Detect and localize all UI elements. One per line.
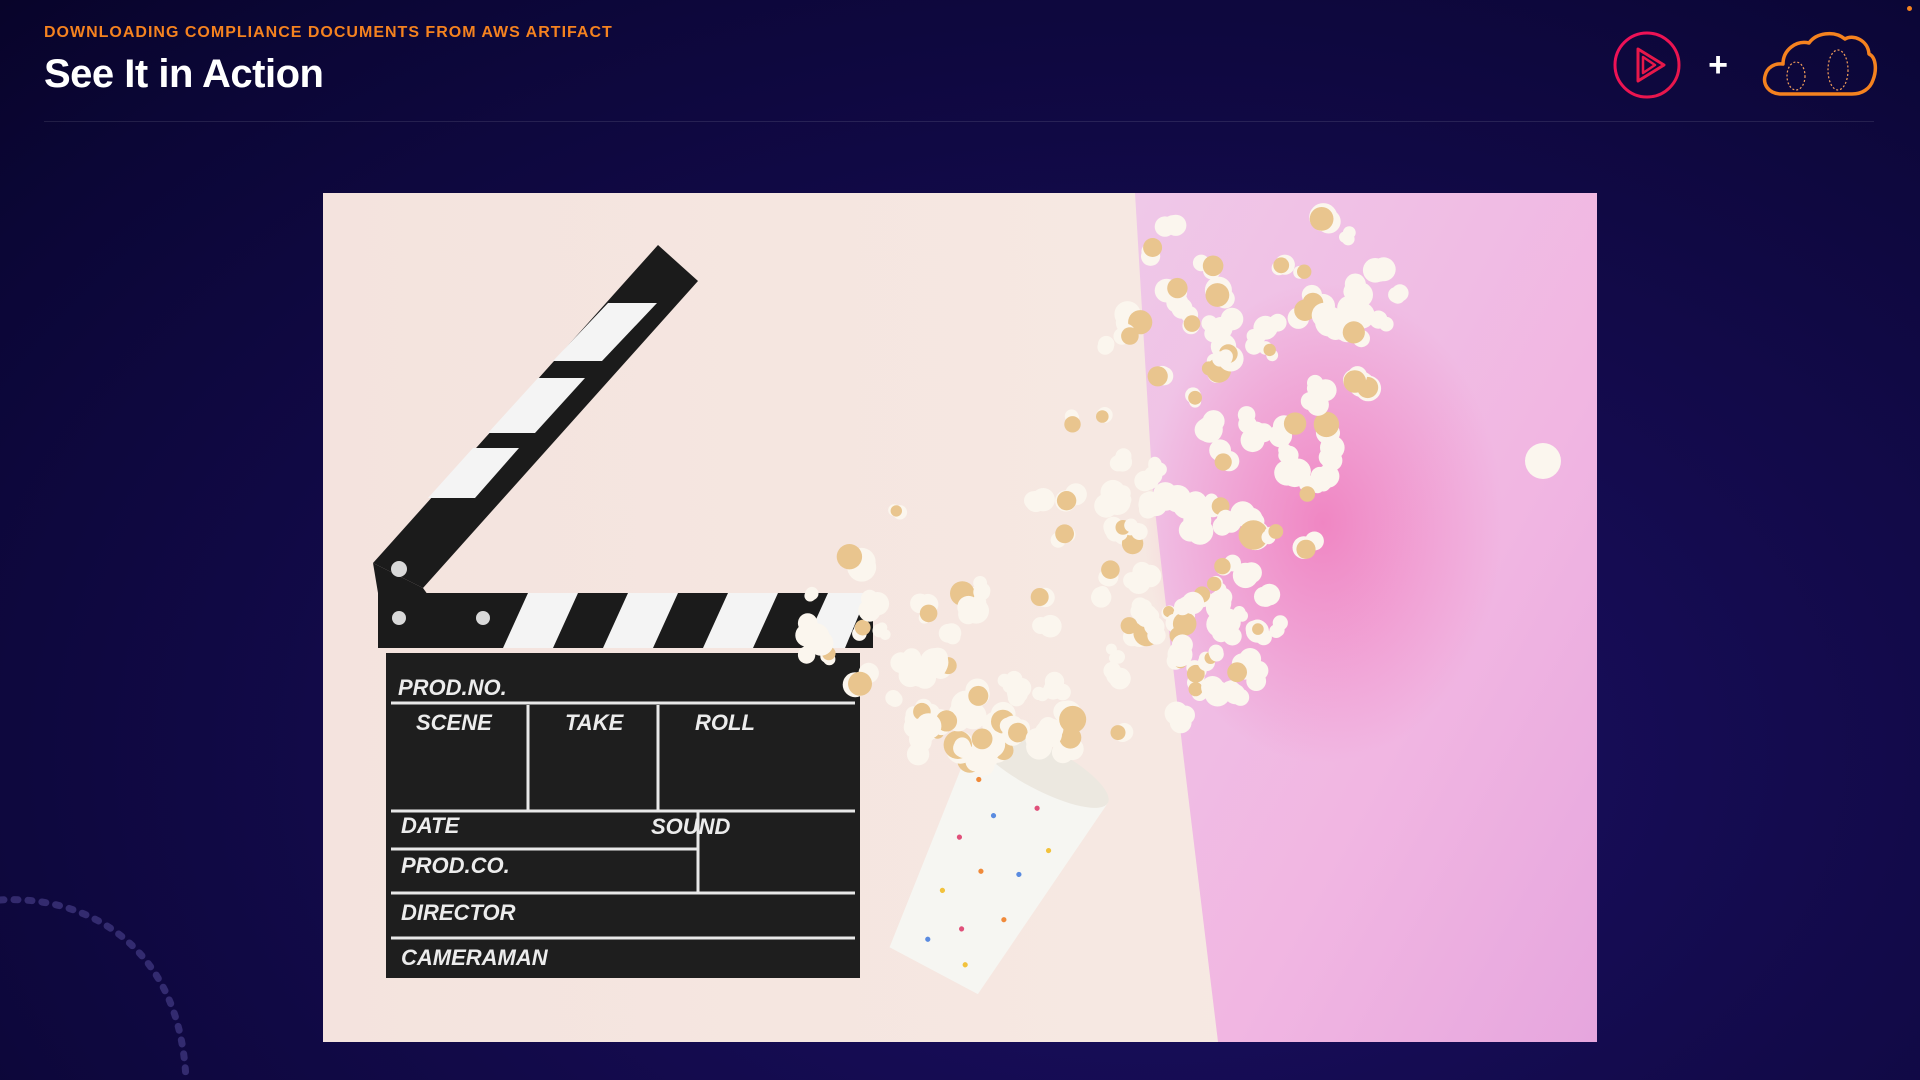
slide-title: See It in Action <box>44 52 324 96</box>
popcorn-kernel <box>1154 277 1188 303</box>
label-sound: SOUND <box>651 814 731 839</box>
label-scene: SCENE <box>416 710 493 735</box>
clapper-slate: PROD.NO. SCENE TAKE ROLL DATE SOUND PROD… <box>386 653 860 978</box>
popcorn-kernel <box>1154 214 1187 237</box>
header-divider <box>44 121 1874 122</box>
label-prod-no: PROD.NO. <box>398 675 507 700</box>
cloud-icon <box>1762 31 1878 96</box>
corner-accent-dot <box>1907 6 1912 11</box>
label-prod-co: PROD.CO. <box>401 853 510 878</box>
label-take: TAKE <box>565 710 625 735</box>
featured-image: PROD.NO. SCENE TAKE ROLL DATE SOUND PROD… <box>323 193 1597 1042</box>
label-cameraman: CAMERAMAN <box>401 945 549 970</box>
popcorn-kernel <box>1525 443 1561 479</box>
label-director: DIRECTOR <box>401 900 516 925</box>
slide-header: DOWNLOADING COMPLIANCE DOCUMENTS FROM AW… <box>44 24 613 97</box>
plus-sign: + <box>1708 46 1728 84</box>
popcorn-kernel <box>1147 365 1174 387</box>
play-triangle-icon <box>1613 31 1681 99</box>
section-kicker: DOWNLOADING COMPLIANCE DOCUMENTS FROM AW… <box>44 24 613 41</box>
label-date: DATE <box>401 813 461 838</box>
label-roll: ROLL <box>695 710 755 735</box>
clapperboard-and-popcorn-photo: PROD.NO. SCENE TAKE ROLL DATE SOUND PROD… <box>323 193 1597 1042</box>
popcorn-kernel <box>1362 257 1396 283</box>
brand-logos: + <box>1612 30 1878 100</box>
decorative-dotted-arc <box>0 896 190 1080</box>
popcorn-kernel <box>965 678 990 707</box>
